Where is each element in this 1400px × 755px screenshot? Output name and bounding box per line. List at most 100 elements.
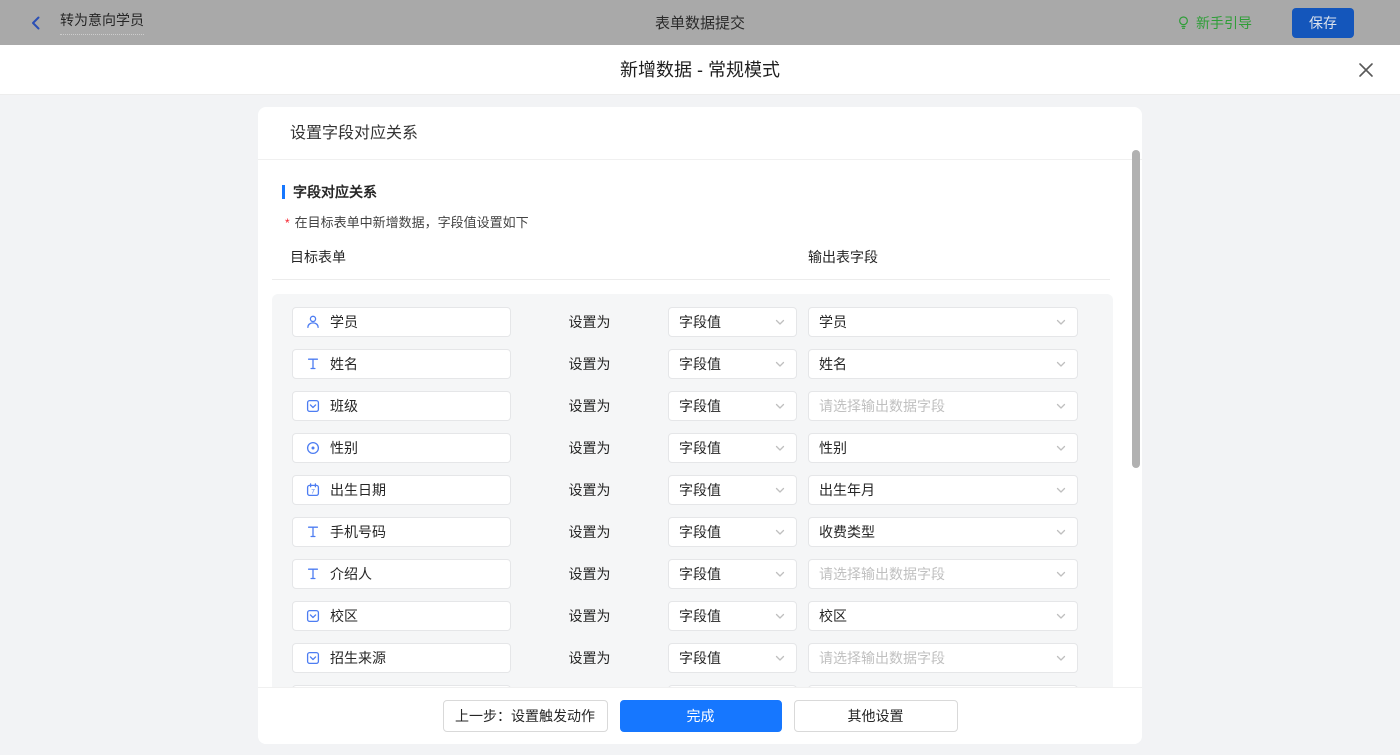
- column-header-target-form: 目标表单: [290, 249, 346, 265]
- column-header-output-fields: 输出表字段: [808, 249, 878, 265]
- topbar: 转为意向学员 表单数据提交 新手引导 保存: [0, 0, 1400, 45]
- field-type-icon: 7: [305, 482, 321, 498]
- value-type-select[interactable]: 字段值: [668, 517, 797, 547]
- value-type-select[interactable]: 字段值: [668, 391, 797, 421]
- chevron-down-icon: [1055, 358, 1067, 370]
- accent-bar: [282, 185, 285, 199]
- target-field-box: 介绍人: [292, 559, 511, 589]
- target-field-label: 性别: [330, 440, 358, 456]
- chevron-down-icon: [1055, 442, 1067, 454]
- set-as-label: 设置为: [568, 440, 611, 456]
- target-field-box: 校区: [292, 601, 511, 631]
- target-field-label: 校区: [330, 608, 358, 624]
- output-field-select[interactable]: 请选择输出数据字段: [808, 391, 1078, 421]
- field-mapping-row: 介绍人 设置为 字段值 请选择输出数据字段: [292, 559, 1113, 589]
- value-type-select[interactable]: 字段值: [668, 433, 797, 463]
- chevron-down-icon: [774, 652, 786, 664]
- value-type-select-label: 字段值: [679, 482, 721, 498]
- field-mapping-row: 手机号码 设置为 字段值 收费类型: [292, 517, 1113, 547]
- value-type-select-label: 字段值: [679, 398, 721, 414]
- set-as-label: 设置为: [568, 650, 611, 666]
- target-field-box: 性别: [292, 433, 511, 463]
- panel-footer: 上一步：设置触发动作 完成 其他设置: [258, 687, 1142, 744]
- value-type-select-label: 字段值: [679, 314, 721, 330]
- output-field-select-label: 姓名: [819, 356, 847, 372]
- page-background: 设置字段对应关系 字段对应关系 * 在目标表单中新增数据，字段值设置如下 目标表单…: [0, 95, 1400, 755]
- chevron-down-icon: [774, 442, 786, 454]
- target-field-label: 介绍人: [330, 566, 372, 582]
- column-headers: 目标表单 输出表字段: [272, 243, 1110, 280]
- chevron-down-icon: [774, 316, 786, 328]
- guide-button[interactable]: 新手引导: [1176, 13, 1252, 33]
- chevron-down-icon: [1055, 316, 1067, 328]
- set-as-label: 设置为: [568, 566, 611, 582]
- value-type-select-label: 字段值: [679, 440, 721, 456]
- output-field-select[interactable]: 性别: [808, 433, 1078, 463]
- target-field-box: 招生来源: [292, 643, 511, 673]
- field-type-icon: [305, 608, 321, 624]
- output-field-select[interactable]: 姓名: [808, 349, 1078, 379]
- other-settings-button[interactable]: 其他设置: [793, 700, 958, 732]
- field-rows: 学员 设置为 字段值 学员 姓名 设置为 字段值 姓名 班级 设置为 字段值 请…: [272, 294, 1113, 687]
- guide-label: 新手引导: [1196, 14, 1252, 31]
- done-button[interactable]: 完成: [619, 700, 782, 732]
- target-field-label: 招生来源: [330, 650, 386, 666]
- vertical-scrollbar-thumb[interactable]: [1132, 150, 1140, 468]
- field-mapping-row: 招生来源 设置为 字段值 请选择输出数据字段: [292, 643, 1113, 673]
- target-field-box: 7 出生日期: [292, 475, 511, 505]
- settings-panel: 设置字段对应关系 字段对应关系 * 在目标表单中新增数据，字段值设置如下 目标表单…: [258, 107, 1142, 744]
- panel-scroll-area: 字段对应关系 * 在目标表单中新增数据，字段值设置如下 目标表单 输出表字段 学员…: [258, 160, 1142, 687]
- chevron-down-icon: [1055, 400, 1067, 412]
- value-type-select-label: 字段值: [679, 524, 721, 540]
- output-field-select[interactable]: 出生年月: [808, 475, 1078, 505]
- output-field-select[interactable]: 学员: [808, 307, 1078, 337]
- chevron-down-icon: [774, 568, 786, 580]
- field-type-icon: [305, 440, 321, 456]
- field-mapping-row: 姓名 设置为 字段值 姓名: [292, 349, 1113, 379]
- save-button[interactable]: 保存: [1292, 7, 1354, 38]
- output-field-select[interactable]: 请选择输出数据字段: [808, 559, 1078, 589]
- output-field-select[interactable]: 请选择输出数据字段: [808, 643, 1078, 673]
- set-as-label: 设置为: [568, 398, 611, 414]
- field-mapping-row: 性别 设置为 字段值 性别: [292, 433, 1113, 463]
- target-field-label: 出生日期: [330, 482, 386, 498]
- chevron-down-icon: [1055, 568, 1067, 580]
- output-field-select-label: 性别: [819, 440, 847, 456]
- output-field-select-label: 收费类型: [819, 524, 875, 540]
- field-type-icon: [305, 314, 321, 330]
- target-field-label: 手机号码: [330, 524, 386, 540]
- chevron-down-icon: [1055, 652, 1067, 664]
- value-type-select[interactable]: 字段值: [668, 307, 797, 337]
- section-description: * 在目标表单中新增数据，字段值设置如下: [285, 215, 529, 230]
- target-field-label: 班级: [330, 398, 358, 414]
- field-type-icon: [305, 356, 321, 372]
- output-field-select[interactable]: 收费类型: [808, 517, 1078, 547]
- value-type-select-label: 字段值: [679, 356, 721, 372]
- value-type-select[interactable]: 字段值: [668, 349, 797, 379]
- target-field-box: 手机号码: [292, 517, 511, 547]
- output-field-select[interactable]: 校区: [808, 601, 1078, 631]
- section-title: 字段对应关系: [282, 182, 1128, 202]
- field-type-icon: [305, 566, 321, 582]
- set-as-label: 设置为: [568, 608, 611, 624]
- previous-step-button[interactable]: 上一步：设置触发动作: [442, 700, 608, 732]
- value-type-select[interactable]: 字段值: [668, 601, 797, 631]
- value-type-select[interactable]: 字段值: [668, 643, 797, 673]
- close-icon[interactable]: [1356, 60, 1376, 80]
- value-type-select[interactable]: 字段值: [668, 475, 797, 505]
- target-field-box: 学员: [292, 307, 511, 337]
- value-type-select[interactable]: 字段值: [668, 559, 797, 589]
- output-field-select-label: 请选择输出数据字段: [819, 650, 945, 666]
- target-field-box: 姓名: [292, 349, 511, 379]
- required-asterisk: *: [285, 216, 290, 230]
- output-field-select-label: 出生年月: [819, 482, 875, 498]
- target-field-label: 学员: [330, 314, 358, 330]
- field-type-icon: [305, 398, 321, 414]
- chevron-down-icon: [1055, 526, 1067, 538]
- target-field-label: 姓名: [330, 356, 358, 372]
- output-field-select-label: 请选择输出数据字段: [819, 398, 945, 414]
- chevron-down-icon: [774, 526, 786, 538]
- output-field-select-label: 校区: [819, 608, 847, 624]
- value-type-select-label: 字段值: [679, 608, 721, 624]
- set-as-label: 设置为: [568, 482, 611, 498]
